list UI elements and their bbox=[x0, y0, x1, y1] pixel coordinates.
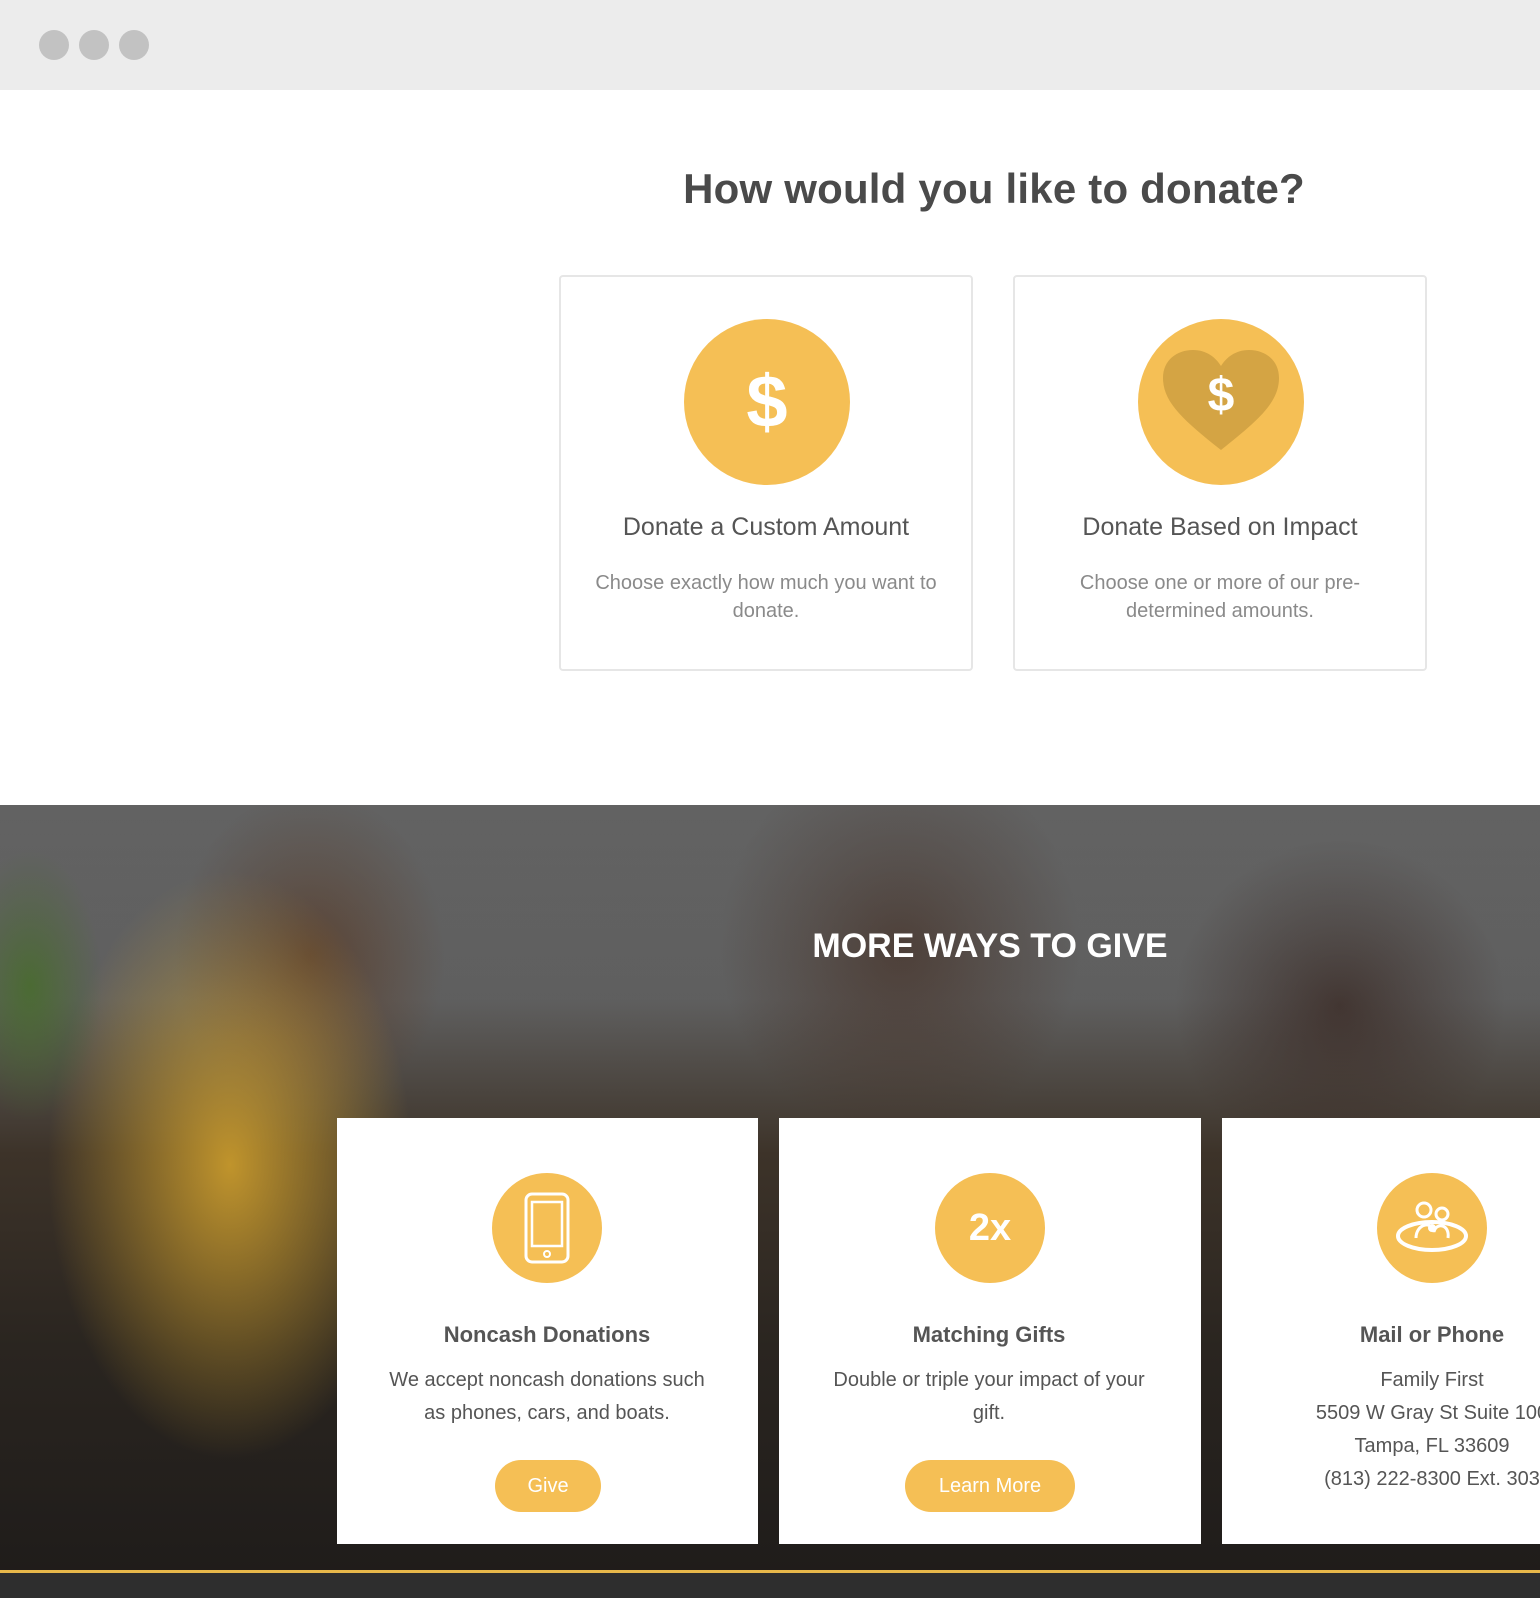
dollar-icon: $ bbox=[684, 319, 850, 485]
donate-custom-amount-card[interactable]: $ Donate a Custom Amount Choose exactly … bbox=[559, 275, 973, 671]
section-title: MORE WAYS TO GIVE bbox=[812, 927, 1168, 965]
address-line: Tampa, FL 33609 bbox=[1354, 1435, 1510, 1457]
mail-or-phone-card: Mail or Phone Family First 5509 W Gray S… bbox=[1222, 1118, 1540, 1544]
option-title: Donate Based on Impact bbox=[1082, 513, 1358, 541]
window-minimize-button[interactable] bbox=[79, 30, 109, 60]
noncash-donations-card: Noncash Donations We accept noncash dona… bbox=[337, 1118, 758, 1544]
card-title: Matching Gifts bbox=[912, 1322, 1066, 1347]
card-title: Mail or Phone bbox=[1359, 1322, 1505, 1347]
dollar-symbol: $ bbox=[1207, 369, 1235, 422]
page-title: How would you like to donate? bbox=[683, 165, 1305, 212]
option-title: Donate a Custom Amount bbox=[622, 513, 910, 541]
card-title: Noncash Donations bbox=[443, 1322, 651, 1347]
learn-more-button[interactable]: Learn More bbox=[905, 1460, 1075, 1512]
window-title-bar bbox=[0, 0, 1540, 90]
give-button[interactable]: Give bbox=[495, 1460, 601, 1512]
page-content: How would you like to donate? $ Donate a… bbox=[0, 90, 1540, 1598]
family-logo-icon bbox=[1377, 1173, 1487, 1283]
card-description: We accept noncash donations such as phon… bbox=[389, 1369, 705, 1424]
option-description: Choose exactly how much you want to dona… bbox=[595, 572, 937, 622]
address-line: Family First bbox=[1380, 1369, 1484, 1391]
dollar-symbol: $ bbox=[746, 360, 788, 443]
multiply-icon: 2x bbox=[935, 1173, 1045, 1283]
option-description: Choose one or more of our pre-determined… bbox=[1079, 572, 1361, 622]
mailing-address: Family First 5509 W Gray St Suite 100 Ta… bbox=[1222, 1364, 1540, 1496]
card-description: Double or triple your impact of your gif… bbox=[833, 1369, 1145, 1424]
heart-dollar-icon: $ bbox=[1138, 319, 1304, 485]
matching-gifts-card: 2x Matching Gifts Double or triple your … bbox=[779, 1118, 1201, 1544]
donate-based-on-impact-card[interactable]: $ Donate Based on Impact Choose one or m… bbox=[1013, 275, 1427, 671]
window-close-button[interactable] bbox=[39, 30, 69, 60]
address-line: 5509 W Gray St Suite 100 bbox=[1315, 1402, 1540, 1424]
footer-bar bbox=[0, 1570, 1540, 1598]
window-maximize-button[interactable] bbox=[119, 30, 149, 60]
multiply-icon-text: 2x bbox=[968, 1206, 1012, 1249]
more-ways-section: MORE WAYS TO GIVE Noncash Donations We a… bbox=[0, 805, 1540, 1580]
phone-number: (813) 222-8300 Ext. 303 bbox=[1324, 1468, 1540, 1490]
phone-icon bbox=[492, 1173, 602, 1283]
